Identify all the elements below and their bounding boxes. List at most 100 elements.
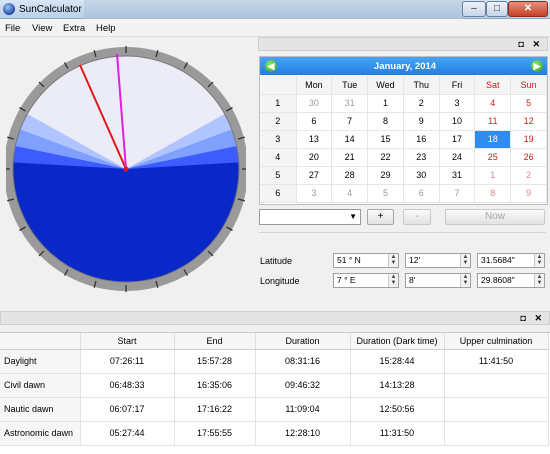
calendar-day[interactable]: 5 [367,184,404,203]
calendar-day[interactable]: 29 [367,166,404,185]
calendar-day[interactable]: 7 [439,184,476,203]
close-button[interactable]: ✕ [508,1,548,17]
calendar-day[interactable]: 27 [296,166,333,185]
calendar-day[interactable]: 4 [331,184,369,203]
column-header-end[interactable]: End [174,333,256,350]
spin-arrows-icon[interactable]: ▲ ▼ [388,274,398,287]
calendar-day[interactable]: 30 [296,94,333,113]
calendar-day[interactable]: 26 [510,148,547,167]
table-row[interactable]: Nautic dawn 06:07:17 17:16:22 11:09:04 1… [0,397,549,422]
calendar-day[interactable]: 14 [331,130,369,149]
column-header-dark-time[interactable]: Duration (Dark time) [350,333,445,350]
longitude-seconds-input[interactable]: 29.8608" ▲ ▼ [477,273,545,288]
calendar-day[interactable]: 10 [439,112,476,131]
calendar-day[interactable]: 6 [296,112,333,131]
calendar-week-row: 2 6 7 8 9 10 11 12 [260,112,547,131]
calendar-day[interactable]: 16 [403,130,440,149]
calendar-day[interactable]: 24 [439,148,476,167]
calendar-day[interactable]: 18 [474,130,512,149]
sun-times-table-panel: Start End Duration Duration (Dark time) … [0,332,550,454]
calendar-day[interactable]: 19 [510,130,547,149]
calendar-day[interactable]: 15 [367,130,404,149]
calendar-day[interactable]: 20 [296,148,333,167]
calendar-day[interactable]: 8 [474,184,512,203]
previous-month-button[interactable]: ◀ [265,60,277,72]
window-title: SunCalculator [19,4,82,15]
weekday-header: Wed [367,76,404,95]
calendar-day[interactable]: 9 [510,184,547,203]
longitude-seconds-value: 29.8608" [481,275,515,285]
calendar-day[interactable]: 22 [367,148,404,167]
weekday-header: Fri [439,76,476,95]
latitude-label: Latitude [260,256,293,266]
spin-arrows-icon[interactable]: ▲ ▼ [460,254,470,267]
latitude-seconds-input[interactable]: 31.5684" ▲ ▼ [477,253,545,268]
calendar-day[interactable]: 6 [403,184,440,203]
chevron-down-icon: ▼ [349,212,357,221]
menu-extra[interactable]: Extra [63,23,85,34]
menu-file[interactable]: File [5,23,20,34]
calendar-day[interactable]: 31 [439,166,476,185]
calendar-month-title[interactable]: January, 2014 [320,61,490,72]
calendar-week-row: 63456789 [260,184,547,203]
calendar-day[interactable]: 13 [296,130,333,149]
calendar-day[interactable]: 21 [331,148,369,167]
calendar-day[interactable]: 31 [331,94,369,113]
weekday-header: Mon [296,76,333,95]
calendar-day[interactable]: 25 [474,148,512,167]
longitude-degrees-input[interactable]: 7 ° E ▲ ▼ [333,273,399,288]
calendar-day[interactable]: 2 [510,166,547,185]
calendar-day[interactable]: 5 [510,94,547,113]
culmination-cell [444,421,549,446]
calendar-day[interactable]: 1 [474,166,512,185]
calendar-day[interactable]: 2 [403,94,440,113]
table-row[interactable]: Civil dawn 06:48:33 16:35:06 09:46:32 14… [0,373,549,398]
week-number: 4 [260,148,297,167]
calendar-dock-controls[interactable]: ◘ ✕ [519,39,543,50]
menu-help[interactable]: Help [96,23,116,34]
now-button[interactable]: Now [445,209,545,225]
column-header-start[interactable]: Start [80,333,175,350]
column-header-culmination[interactable]: Upper culmination [444,333,549,350]
end-cell: 16:35:06 [174,373,256,398]
column-header-duration[interactable]: Duration [255,333,351,350]
calendar-grid: Mon Tue Wed Thu Fri Sat Sun 1 30 31 1 2 3 4 5 2 6… [260,76,547,203]
calendar-day[interactable]: 9 [403,112,440,131]
calendar-day[interactable]: 17 [439,130,476,149]
next-month-button[interactable]: ▶ [531,60,543,72]
culmination-cell [444,373,549,398]
spin-arrows-icon[interactable]: ▲ ▼ [460,274,470,287]
menu-view[interactable]: View [32,23,52,34]
calendar-day[interactable]: 8 [367,112,404,131]
row-name: Civil dawn [0,373,81,398]
spin-arrows-icon[interactable]: ▲ ▼ [534,254,544,267]
date-select-combo[interactable]: ▼ [259,209,361,225]
latitude-degrees-input[interactable]: 51 ° N ▲ ▼ [333,253,399,268]
spin-arrows-icon[interactable]: ▲ ▼ [388,254,398,267]
times-dock-controls[interactable]: ◘ ✕ [521,313,545,324]
table-row[interactable]: Astronomic dawn 05:27:44 17:55:55 12:28:… [0,421,549,446]
calendar-day[interactable]: 11 [474,112,512,131]
row-name: Nautic dawn [0,397,81,422]
calendar-day[interactable]: 23 [403,148,440,167]
maximize-button[interactable]: □ [486,1,508,17]
calendar-day[interactable]: 3 [439,94,476,113]
longitude-minutes-input[interactable]: 8' ▲ ▼ [405,273,471,288]
end-cell: 17:16:22 [174,397,256,422]
calendar-day[interactable]: 7 [331,112,369,131]
calendar-day[interactable]: 30 [403,166,440,185]
table-row[interactable]: Daylight 07:26:11 15:57:28 08:31:16 15:2… [0,349,549,374]
calendar-day[interactable]: 3 [296,184,333,203]
spin-arrows-icon[interactable]: ▲ ▼ [534,274,544,287]
arrow-left-icon: ◀ [267,61,275,71]
calendar-dock-header: ◘ ✕ [258,37,548,51]
latitude-minutes-input[interactable]: 12' ▲ ▼ [405,253,471,268]
calendar-day[interactable]: 12 [510,112,547,131]
minimize-button[interactable]: – [462,1,486,17]
calendar-day[interactable]: 1 [367,94,404,113]
minus-button[interactable]: - [403,209,431,225]
dark-time-cell: 15:28:44 [350,349,445,374]
calendar-day[interactable]: 4 [474,94,512,113]
calendar-day[interactable]: 28 [331,166,369,185]
plus-button[interactable]: + [367,209,394,225]
